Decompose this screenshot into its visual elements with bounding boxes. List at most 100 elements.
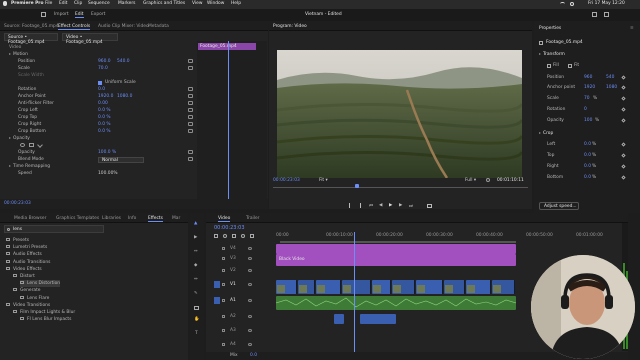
program-timecode-current[interactable]: 00:00:23:03	[273, 178, 300, 183]
video-frame[interactable]	[277, 50, 522, 178]
lock-icon[interactable]	[222, 283, 225, 286]
uniform-scale-checkbox[interactable]	[98, 80, 102, 85]
program-playhead[interactable]	[355, 184, 359, 188]
reset-icon[interactable]	[188, 115, 193, 119]
camera-icon[interactable]	[427, 204, 432, 208]
audio-clip-a2-2[interactable]	[360, 314, 396, 324]
ec-scale-value[interactable]: 70.0	[98, 65, 108, 72]
track-header[interactable]: V1	[206, 280, 274, 290]
selection-tool-icon[interactable]: ▲	[194, 221, 197, 226]
fit-dropdown[interactable]: Fit ▾	[319, 178, 328, 183]
apple-icon[interactable]	[3, 1, 7, 6]
fit-icon[interactable]	[568, 64, 572, 68]
lock-icon[interactable]	[222, 315, 225, 318]
lock-icon[interactable]	[222, 329, 225, 332]
quality-dropdown[interactable]: Full ▾	[465, 178, 476, 183]
effects-list-item[interactable]: Generate	[13, 287, 41, 294]
pen-mask-icon[interactable]	[37, 142, 43, 148]
effects-list-item[interactable]: Lens Flare	[20, 295, 49, 302]
work-area-bar[interactable]	[280, 241, 516, 243]
reset-icon[interactable]	[188, 122, 193, 126]
clock[interactable]: Fri 17 May 12:20	[588, 1, 625, 6]
menu-window[interactable]: Window	[207, 1, 224, 6]
effects-search[interactable]: lens	[4, 225, 104, 233]
mute-icon[interactable]	[248, 315, 252, 318]
step-forward-icon[interactable]: ▶	[399, 203, 402, 208]
crop-section[interactable]: Crop	[539, 131, 553, 136]
prop-right-value[interactable]: 0.0	[584, 164, 591, 169]
tab-effects[interactable]: Effects	[148, 215, 163, 222]
ec-time-remap[interactable]: Time Remapping	[9, 163, 268, 170]
keyframe-icon[interactable]	[621, 85, 626, 90]
effects-list-item[interactable]: Audio Transitions	[6, 259, 50, 266]
ec-flicker-value[interactable]: 0.00	[98, 100, 108, 107]
prop-opacity-value[interactable]: 100	[584, 118, 592, 123]
home-icon[interactable]	[41, 12, 46, 17]
timeline-timecode[interactable]: 00:00:23:03	[214, 225, 245, 231]
track-header[interactable]: A3	[206, 326, 274, 336]
eye-icon[interactable]	[248, 283, 252, 286]
settings-icon[interactable]	[241, 234, 245, 238]
tab-sequence-trailer[interactable]: Trailer	[246, 215, 259, 222]
video-clip[interactable]	[276, 280, 297, 294]
reset-icon[interactable]	[188, 66, 193, 70]
tab-sequence-video[interactable]: Video	[218, 215, 231, 222]
track-header[interactable]: A2	[206, 312, 274, 322]
video-clip[interactable]	[372, 280, 391, 294]
go-to-out-icon[interactable]: ⏭	[409, 203, 413, 209]
tab-info[interactable]: Info	[128, 215, 136, 222]
transform-section[interactable]: Transform	[539, 52, 565, 57]
video-clip[interactable]	[392, 280, 415, 294]
ec-crop-left-value[interactable]: 0.0 %	[98, 107, 111, 114]
keyframe-icon[interactable]	[621, 96, 626, 101]
menu-markers[interactable]: Markers	[118, 1, 135, 6]
mark-out-icon[interactable]	[358, 203, 361, 208]
track-target-toggle[interactable]	[214, 297, 220, 304]
prop-anchor-x[interactable]: 1920	[584, 85, 595, 90]
menu-sequence[interactable]: Sequence	[88, 1, 110, 6]
prop-left-value[interactable]: 0.0	[584, 142, 591, 147]
video-clip[interactable]	[298, 280, 315, 294]
ec-anchor-x[interactable]: 1920.0	[98, 93, 113, 100]
prop-position-x[interactable]: 960	[584, 75, 592, 80]
effects-list-item[interactable]: Audio Effects	[6, 251, 42, 258]
razor-tool-icon[interactable]: ◆	[194, 263, 197, 268]
menu-clip[interactable]: Clip	[74, 1, 82, 6]
ec-opacity-value[interactable]: 100.0 %	[98, 149, 116, 156]
captions-icon[interactable]	[250, 234, 254, 238]
fill-icon[interactable]	[547, 64, 551, 68]
keyframe-icon[interactable]	[621, 75, 626, 80]
keyframe-icon[interactable]	[621, 142, 626, 147]
blend-mode-dropdown[interactable]: Normal	[98, 156, 144, 163]
link-icon[interactable]	[223, 234, 227, 238]
prop-scale-value[interactable]: 70	[584, 96, 590, 101]
ec-rotation-value[interactable]: 0.0	[98, 86, 105, 93]
clip-selector[interactable]: Source • Footage_05.mp4	[4, 33, 58, 45]
ec-position-y[interactable]: 540.0	[117, 58, 130, 65]
lock-icon[interactable]	[222, 269, 225, 272]
effects-list-item[interactable]: Lens Distortion	[20, 280, 61, 288]
effects-list-item[interactable]: Distort	[13, 273, 35, 280]
tab-audio-clip-mixer[interactable]: Audio Clip Mixer: Video	[98, 23, 149, 30]
prop-position-y[interactable]: 540	[606, 75, 614, 80]
prop-rotation-value[interactable]: 0	[584, 107, 587, 112]
audio-clip-a2-1[interactable]	[334, 314, 344, 324]
go-to-in-icon[interactable]: ⏮	[369, 203, 373, 209]
mute-icon[interactable]	[248, 299, 252, 302]
play-icon[interactable]: ▶	[389, 203, 392, 208]
tab-program[interactable]: Program: Video	[273, 23, 307, 30]
rect-mask-icon[interactable]	[29, 143, 34, 147]
prop-bottom-value[interactable]: 0.0	[584, 175, 591, 180]
reset-icon[interactable]	[188, 157, 193, 161]
sequence-selector[interactable]: Video • Footage_05.mp4	[62, 33, 118, 45]
ec-opacity-section[interactable]: Opacity	[9, 135, 268, 142]
program-scrub-bar[interactable]	[273, 187, 528, 188]
menu-app-name[interactable]: Premiere Pro	[11, 1, 44, 6]
prop-anchor-y[interactable]: 1080	[606, 85, 617, 90]
video-clip[interactable]	[316, 280, 341, 294]
effects-list-item[interactable]: Film Impact Lights & Blur	[13, 309, 75, 316]
slip-tool-icon[interactable]: ⇔	[194, 277, 198, 282]
track-header[interactable]: V4	[206, 244, 274, 254]
adjust-speed-button[interactable]: Adjust speed...	[539, 202, 579, 210]
effects-list-item[interactable]: FI Lens Blur Impacts	[20, 316, 71, 323]
